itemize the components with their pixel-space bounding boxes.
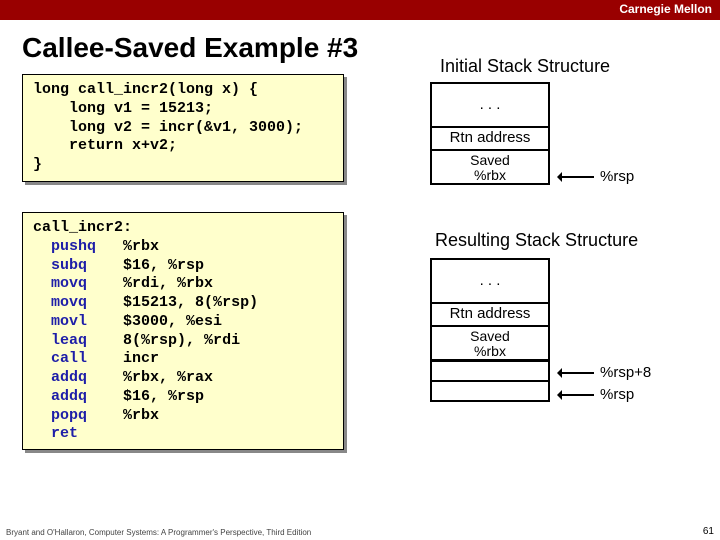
- asm-op-9: popq: [51, 407, 87, 424]
- asm-arg-9: %rbx: [123, 407, 159, 424]
- stack1-rtn: Rtn address: [430, 126, 550, 151]
- asm-arg-2: %rdi, %rbx: [123, 275, 213, 292]
- stack2-rtn: Rtn address: [430, 302, 550, 327]
- asm-op-2: movq: [51, 275, 87, 292]
- stack2-rsp8-label: %rsp+8: [600, 364, 651, 381]
- stack2-dots: . . .: [430, 258, 550, 304]
- asm-arg-1: $16, %rsp: [123, 257, 204, 274]
- asm-arg-6: incr: [123, 350, 159, 367]
- asm-arg-5: 8(%rsp), %rdi: [123, 332, 240, 349]
- stack2-rsp8-arrow: %rsp+8: [560, 364, 651, 381]
- asm-arg-4: $3000, %esi: [123, 313, 222, 330]
- asm-op-6: call: [51, 350, 87, 367]
- asm-arg-7: %rbx, %rax: [123, 369, 213, 386]
- stack1-rsp-arrow: %rsp: [560, 168, 634, 185]
- asm-op-3: movq: [51, 294, 87, 311]
- arrow-left-icon: [560, 372, 594, 374]
- asm-op-0: pushq: [51, 238, 96, 255]
- asm-arg-8: $16, %rsp: [123, 388, 204, 405]
- stack2-saved: Saved %rbx: [430, 325, 550, 361]
- page-title: Callee-Saved Example #3: [0, 20, 720, 70]
- footer-text: Bryant and O'Hallaron, Computer Systems:…: [6, 528, 311, 537]
- stack1-saved: Saved %rbx: [430, 149, 550, 185]
- asm-op-7: addq: [51, 369, 87, 386]
- arrow-left-icon: [560, 394, 594, 396]
- asm-label: call_incr2:: [33, 219, 132, 236]
- stack2-slot-b: [430, 380, 550, 402]
- asm-op-5: leaq: [51, 332, 87, 349]
- asm-op-4: movl: [51, 313, 87, 330]
- stack2-diagram: . . . Rtn address Saved %rbx: [430, 260, 550, 361]
- stack1-rsp-label: %rsp: [600, 168, 634, 185]
- stack2-rsp-arrow: %rsp: [560, 386, 634, 403]
- stack1-diagram: . . . Rtn address Saved %rbx: [430, 84, 550, 185]
- asm-arg-0: %rbx: [123, 238, 159, 255]
- topbar: Carnegie Mellon: [0, 0, 720, 20]
- arrow-left-icon: [560, 176, 594, 178]
- page-number: 61: [703, 526, 714, 537]
- stack2-heading: Resulting Stack Structure: [435, 230, 638, 251]
- stack1-dots: . . .: [430, 82, 550, 128]
- asm-op-10: ret: [51, 425, 78, 442]
- stack2-rsp-label: %rsp: [600, 386, 634, 403]
- stack2-slot-a: [430, 360, 550, 382]
- c-code-box: long call_incr2(long x) { long v1 = 1521…: [22, 74, 344, 182]
- c-code: long call_incr2(long x) { long v1 = 1521…: [33, 81, 303, 173]
- asm-arg-3: $15213, 8(%rsp): [123, 294, 258, 311]
- asm-op-1: subq: [51, 257, 87, 274]
- asm-op-8: addq: [51, 388, 87, 405]
- content-area: long call_incr2(long x) { long v1 = 1521…: [0, 70, 720, 540]
- stack1-heading: Initial Stack Structure: [440, 56, 610, 77]
- asm-code-box: call_incr2: pushq %rbx subq $16, %rsp mo…: [22, 212, 344, 450]
- brand-text: Carnegie Mellon: [619, 2, 712, 16]
